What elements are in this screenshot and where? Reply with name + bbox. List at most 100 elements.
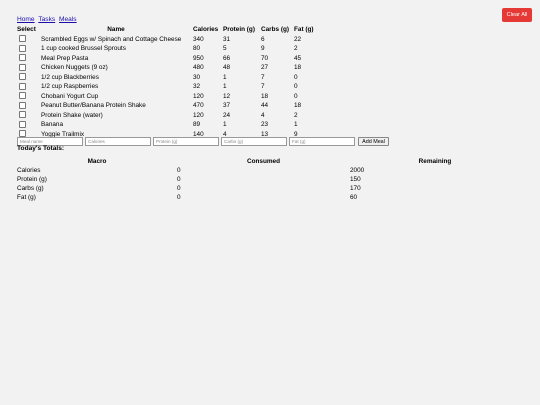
meal-select-checkbox[interactable]: [19, 35, 26, 43]
meal-select-cell: [16, 101, 40, 111]
meal-select-checkbox[interactable]: [19, 73, 26, 81]
calories-input[interactable]: Calories: [85, 137, 151, 146]
nav-link-tasks[interactable]: Tasks: [38, 16, 55, 23]
meal-select-cell: [16, 73, 40, 83]
meal-calories: 120: [193, 111, 204, 119]
meals-table: Select Name Calories Protein (g) Carbs (…: [16, 25, 315, 139]
meal-name: 1/2 cup Raspberries: [41, 83, 99, 90]
meal-select-cell: [16, 120, 40, 130]
meal-select-cell: [16, 35, 40, 45]
meal-carbs: 9: [261, 45, 265, 52]
header-protein: Protein (g): [223, 26, 255, 33]
meal-name: Protein Shake (water): [41, 111, 103, 119]
totals-consumed: 0: [177, 194, 181, 201]
clear-all-button[interactable]: Clear All: [502, 8, 532, 22]
meal-protein: 31: [223, 35, 231, 43]
nav-bar: Home Tasks Meals: [17, 16, 79, 24]
meal-protein: 66: [223, 54, 231, 62]
totals-remaining: 60: [350, 194, 358, 201]
meal-carbs: 18: [261, 92, 269, 100]
nav-link-meals[interactable]: Meals: [59, 16, 77, 23]
meal-calories: 89: [193, 121, 201, 128]
meal-fat: 0: [294, 92, 298, 100]
meal-select-cell: [16, 63, 40, 73]
meal-protein: 1: [223, 83, 227, 90]
meal-protein: 12: [223, 92, 231, 100]
meal-carbs: 44: [261, 102, 269, 109]
meal-select-checkbox[interactable]: [19, 101, 26, 109]
meal-calories: 32: [193, 83, 201, 90]
meal-protein: 48: [223, 64, 231, 71]
totals-remaining: 170: [350, 185, 361, 192]
meal-fat: 1: [294, 121, 298, 128]
meal-carbs: 70: [261, 54, 269, 62]
meal-fat: 2: [294, 111, 298, 119]
meal-protein: 24: [223, 111, 231, 119]
meal-carbs: 6: [261, 35, 265, 43]
meal-row: Scrambled Eggs w/ Spinach and Cottage Ch…: [16, 35, 315, 45]
meal-fat: 45: [294, 54, 302, 62]
meal-protein: 1: [223, 73, 227, 81]
meal-select-checkbox[interactable]: [19, 63, 26, 71]
meal-calories: 80: [193, 45, 201, 52]
meal-calories: 120: [193, 92, 204, 100]
header-fat: Fat (g): [294, 26, 314, 33]
totals-consumed: 0: [177, 185, 181, 192]
meal-name: Chicken Nuggets (9 oz): [41, 64, 108, 71]
meal-select-checkbox[interactable]: [19, 111, 26, 119]
header-consumed: Consumed: [246, 158, 281, 165]
add-meal-form: Meal name Calories Protein (g) Carbs (g)…: [17, 137, 389, 146]
totals-consumed: 0: [177, 176, 181, 183]
meal-calories: 340: [193, 35, 204, 43]
meal-carbs: 27: [261, 64, 269, 71]
meal-fat: 18: [294, 102, 302, 109]
meal-row: Peanut Butter/Banana Protein Shake 470 37 4…: [16, 101, 315, 111]
meal-protein: 1: [223, 121, 227, 128]
meal-select-checkbox[interactable]: [19, 92, 26, 100]
meal-select-checkbox[interactable]: [19, 44, 26, 52]
header-name: Name: [107, 26, 125, 33]
meal-select-cell: [16, 82, 40, 92]
meal-select-cell: [16, 44, 40, 54]
totals-macro: Calories: [17, 167, 41, 174]
meal-select-cell: [16, 92, 40, 102]
header-select: Select: [17, 26, 36, 33]
meal-row: 1/2 cup Blackberries 30 1 7 0: [16, 73, 315, 83]
meal-select-checkbox[interactable]: [19, 82, 26, 90]
carbs-input[interactable]: Carbs (g): [221, 137, 287, 146]
fat-input[interactable]: Fat (g): [289, 137, 355, 146]
totals-row: Calories 0 2000: [17, 166, 520, 175]
meal-row: 1 cup cooked Brussel Sprouts 80 5 9 2: [16, 44, 315, 54]
meal-carbs: 4: [261, 111, 265, 119]
totals-table: Macro Consumed Remaining Calories 0 2000 Pr…: [17, 157, 520, 202]
meal-select-cell: [16, 54, 40, 64]
meal-fat: 18: [294, 64, 302, 71]
totals-table-header: Macro Consumed Remaining: [17, 157, 520, 166]
totals-row: Fat (g) 0 60: [17, 193, 520, 202]
totals-consumed: 0: [177, 167, 181, 174]
meal-name: Peanut Butter/Banana Protein Shake: [41, 102, 146, 109]
meal-calories: 950: [193, 54, 204, 62]
header-carbs: Carbs (g): [261, 26, 290, 33]
meal-name: Banana: [41, 121, 64, 128]
meal-carbs: 23: [261, 121, 269, 128]
meal-select-cell: [16, 111, 40, 121]
nav-link-home[interactable]: Home: [17, 16, 35, 23]
totals-remaining: 150: [350, 176, 361, 183]
meal-name: 1 cup cooked Brussel Sprouts: [41, 45, 126, 52]
meal-select-checkbox[interactable]: [19, 54, 26, 62]
add-meal-button[interactable]: Add Meal: [358, 137, 389, 146]
totals-row: Protein (g) 0 150: [17, 175, 520, 184]
meal-row: Chicken Nuggets (9 oz) 480 48 27 18: [16, 63, 315, 73]
totals-macro: Carbs (g): [17, 185, 44, 192]
meal-calories: 470: [193, 102, 204, 109]
meal-row: Banana 89 1 23 1: [16, 120, 315, 130]
totals-remaining: 2000: [350, 167, 365, 174]
meal-carbs: 7: [261, 83, 265, 90]
meal-protein: 37: [223, 102, 231, 109]
meal-fat: 0: [294, 73, 298, 81]
protein-input[interactable]: Protein (g): [153, 137, 219, 146]
meal-fat: 2: [294, 45, 298, 52]
meal-name: Scrambled Eggs w/ Spinach and Cottage Ch…: [41, 35, 182, 43]
meal-select-checkbox[interactable]: [19, 120, 26, 128]
